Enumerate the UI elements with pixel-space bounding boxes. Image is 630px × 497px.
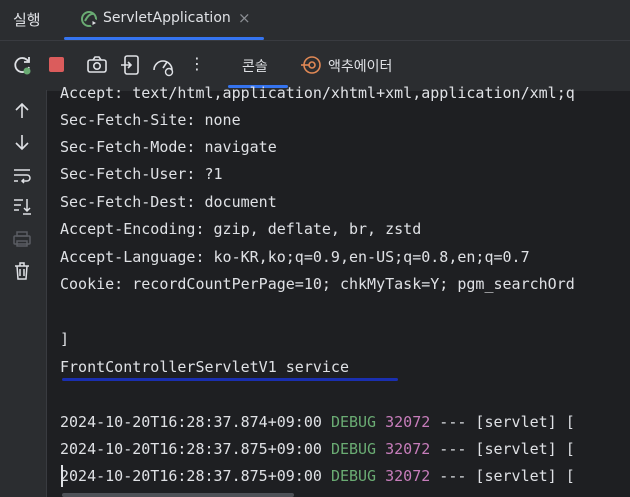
rerun-icon[interactable] [10, 53, 34, 77]
console-output[interactable]: Accept: text/html,application/xhtml+xml,… [60, 80, 630, 497]
profiler-gauge-icon[interactable] [151, 53, 175, 77]
run-window-title: 실행 [13, 11, 41, 29]
console-line: Accept-Language: ko-KR,ko;q=0.9,en-US;q=… [60, 248, 530, 266]
console-side-toolbar [0, 90, 47, 497]
arrow-up-icon[interactable] [11, 100, 33, 122]
spring-boot-icon [81, 11, 98, 27]
soft-wrap-icon[interactable] [11, 164, 33, 186]
camera-icon[interactable] [85, 53, 109, 77]
log-level: DEBUG [330, 467, 377, 485]
annotation-underline [62, 378, 398, 381]
log-pid: 32072 [385, 440, 431, 458]
run-tool-window-header: 실행 ServletApplication × [0, 0, 630, 40]
console-line: Sec-Fetch-Site: none [60, 111, 241, 129]
console-line: Sec-Fetch-User: ?1 [60, 165, 223, 183]
restore-layout-icon[interactable] [119, 53, 143, 77]
log-rest: --- [servlet] [ [430, 440, 575, 458]
console-line: Sec-Fetch-Mode: navigate [60, 138, 277, 156]
log-pid: 32072 [385, 467, 431, 485]
actuator-icon [301, 56, 321, 74]
tab-title: ServletApplication [103, 10, 231, 26]
stop-icon[interactable] [45, 53, 69, 77]
console-line: Sec-Fetch-Dest: document [60, 193, 277, 211]
log-rest: --- [servlet] [ [430, 467, 575, 485]
log-line: 2024-10-20T16:28:37.874+09:00 DEBUG 3207… [60, 412, 575, 432]
log-timestamp: 2024-10-20T16:28:37.875+09:00 [60, 467, 322, 485]
console-line: Accept-Encoding: gzip, deflate, br, zstd [60, 220, 422, 238]
log-rest: --- [servlet] [ [430, 413, 575, 431]
horizontal-scrollbar[interactable] [62, 493, 294, 497]
console-line: ] [60, 330, 70, 348]
tab-actuator[interactable]: 액추에이터 [328, 56, 392, 76]
log-timestamp: 2024-10-20T16:28:37.874+09:00 [60, 413, 322, 431]
text-caret [61, 465, 63, 487]
log-level: DEBUG [330, 440, 377, 458]
log-line: 2024-10-20T16:28:37.875+09:00 DEBUG 3207… [60, 466, 575, 486]
log-timestamp: 2024-10-20T16:28:37.875+09:00 [60, 440, 322, 458]
print-icon [13, 231, 31, 247]
tab-console[interactable]: 콘솔 [242, 56, 268, 76]
arrow-down-icon[interactable] [11, 131, 33, 153]
log-line: 2024-10-20T16:28:37.875+09:00 DEBUG 3207… [60, 439, 575, 459]
scroll-to-end-icon[interactable] [11, 195, 33, 217]
console-line: FrontControllerServletV1 service [60, 358, 349, 376]
close-icon[interactable]: × [238, 9, 251, 27]
log-pid: 32072 [385, 413, 431, 431]
console-line: Accept: text/html,application/xhtml+xml,… [60, 84, 575, 102]
console-line: Cookie: recordCountPerPage=10; chkMyTask… [60, 275, 575, 293]
log-level: DEBUG [330, 413, 377, 431]
trash-icon[interactable] [11, 260, 33, 282]
more-options-icon[interactable]: ⋮ [189, 54, 205, 73]
